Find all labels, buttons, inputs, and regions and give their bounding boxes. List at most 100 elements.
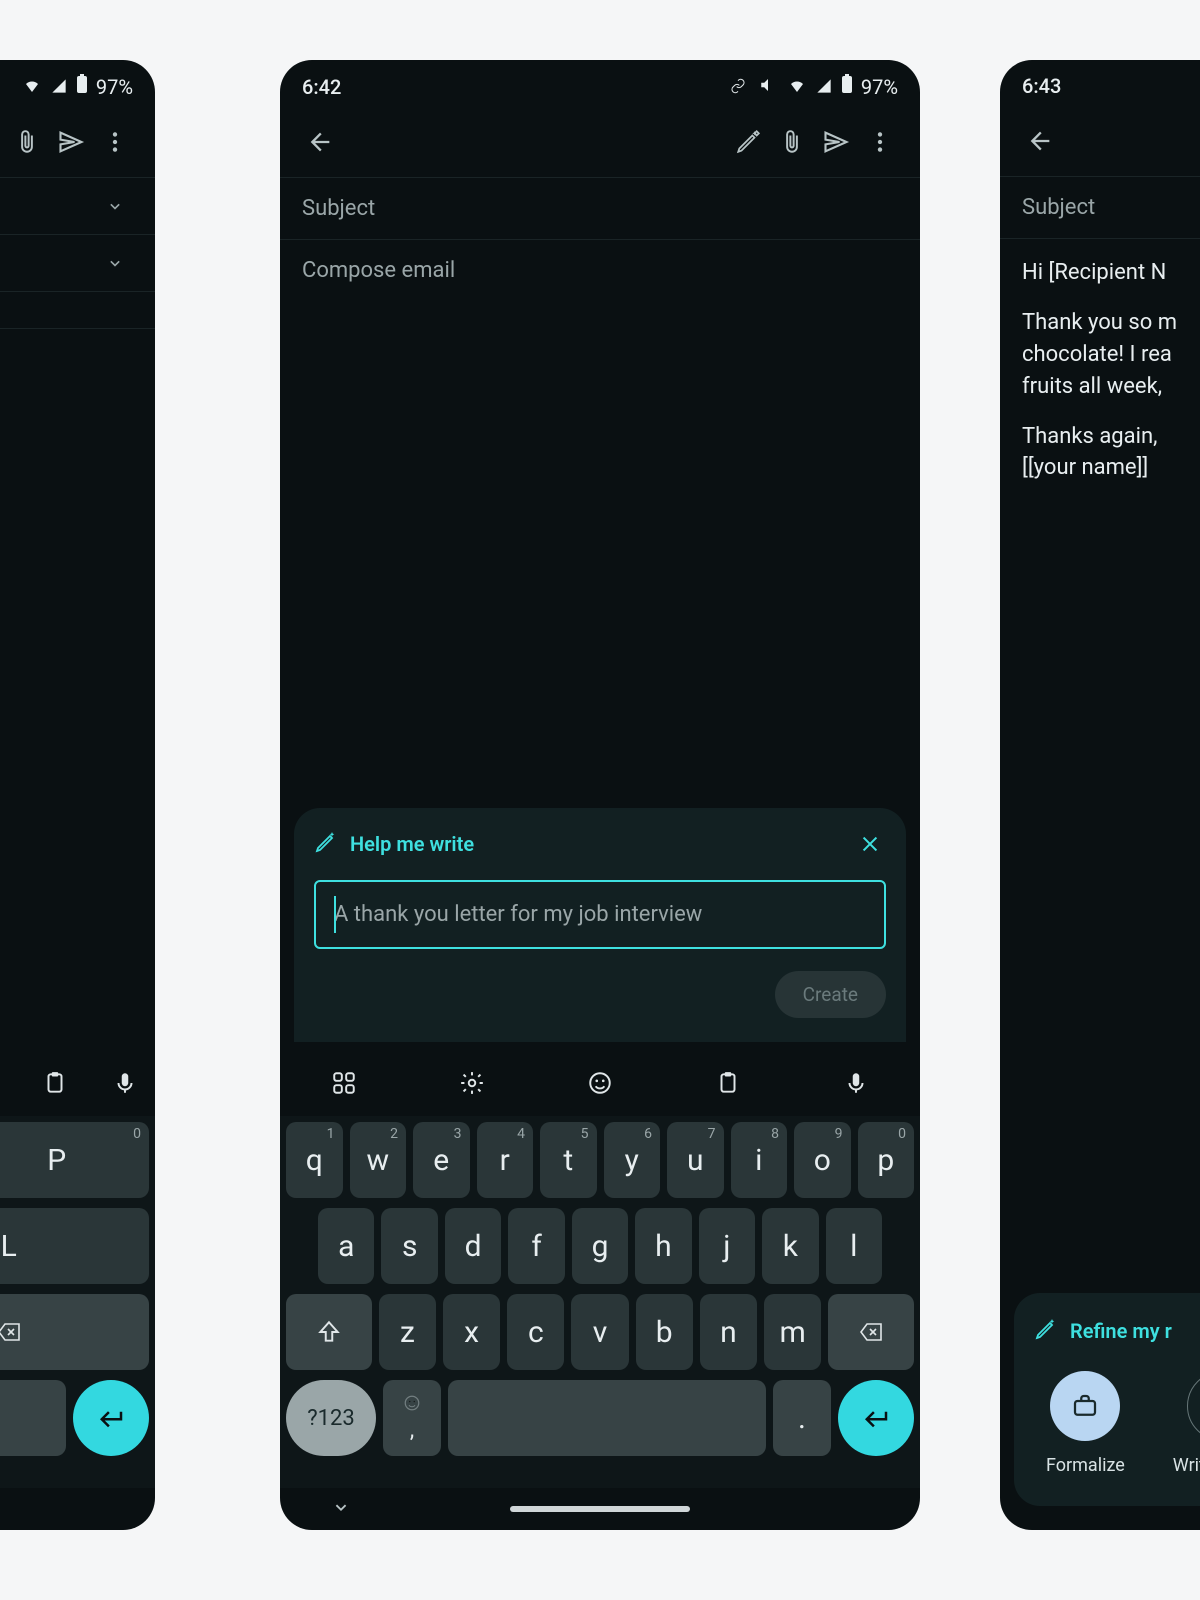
key-k[interactable]: k [762, 1208, 818, 1284]
key-o[interactable]: 9o [794, 1122, 851, 1198]
refine-title: Refine my r [1070, 1319, 1172, 1343]
email-body[interactable]: Hi [Recipient N Thank you so m chocolate… [1000, 239, 1200, 1281]
status-bar: 6:42 97% [280, 60, 920, 107]
chip-label: Write a draft [1173, 1455, 1200, 1476]
key-e[interactable]: 3e [413, 1122, 470, 1198]
key-q[interactable]: 1q [286, 1122, 343, 1198]
send-icon[interactable] [49, 120, 93, 164]
key-period[interactable]: . [773, 1380, 831, 1456]
apps-icon[interactable] [324, 1063, 364, 1103]
key-m[interactable]: m [764, 1294, 821, 1370]
help-me-write-panel: Help me write A thank you letter for my … [294, 808, 906, 1042]
help-prompt-input[interactable]: A thank you letter for my job interview [314, 880, 886, 949]
clipboard-icon[interactable] [35, 1063, 75, 1103]
app-bar [0, 107, 155, 177]
key-h[interactable]: h [635, 1208, 691, 1284]
key-x[interactable]: x [443, 1294, 500, 1370]
chevron-down-icon[interactable] [330, 1496, 352, 1522]
battery-percent: 97% [96, 75, 133, 99]
key-v[interactable]: v [571, 1294, 628, 1370]
key-p[interactable]: 0p [858, 1122, 915, 1198]
gear-icon[interactable] [452, 1063, 492, 1103]
key-j[interactable]: j [699, 1208, 755, 1284]
emoji-icon[interactable] [580, 1063, 620, 1103]
mic-icon[interactable] [836, 1063, 876, 1103]
body-line: Hi [Recipient N [1022, 257, 1200, 289]
key-c[interactable]: c [507, 1294, 564, 1370]
battery-percent: 97% [861, 75, 898, 99]
attachment-icon[interactable] [5, 120, 49, 164]
key-shift[interactable] [286, 1294, 372, 1370]
clipboard-icon[interactable] [708, 1063, 748, 1103]
more-icon[interactable] [93, 120, 137, 164]
keyboard-toolbar [0, 1050, 155, 1116]
status-time: 6:43 [1022, 74, 1061, 98]
key-space[interactable] [448, 1380, 766, 1456]
magic-pen-icon[interactable] [726, 120, 770, 164]
mute-icon [757, 75, 779, 99]
refine-panel: Refine my r Formalize Write a draft [1014, 1293, 1200, 1506]
home-indicator[interactable] [510, 1506, 690, 1512]
key-s[interactable]: s [381, 1208, 437, 1284]
battery-icon [76, 74, 88, 99]
wifi-icon [787, 75, 807, 99]
sparkle-icon [1187, 1371, 1200, 1441]
key-y[interactable]: 6y [604, 1122, 661, 1198]
key-g[interactable]: g [572, 1208, 628, 1284]
key-z[interactable]: z [379, 1294, 436, 1370]
key-a[interactable]: a [318, 1208, 374, 1284]
wifi-icon [22, 75, 42, 99]
compose-field[interactable]: Compose email [280, 240, 920, 301]
more-icon[interactable] [858, 120, 902, 164]
help-title: Help me write [350, 832, 474, 856]
subject-field[interactable]: Subject [280, 178, 920, 239]
key-l[interactable]: L [0, 1208, 149, 1284]
keyboard[interactable]: 1q 2w 3e 4r 5t 6y 7u 8i 9o 0p a s d f g … [280, 1116, 920, 1488]
app-bar [280, 107, 920, 177]
key-period[interactable]: . [0, 1380, 66, 1456]
status-time: 6:42 [302, 75, 341, 99]
briefcase-icon [1050, 1371, 1120, 1441]
key-p[interactable]: 0P [0, 1122, 149, 1198]
from-field[interactable] [0, 178, 155, 234]
key-comma[interactable]: , [383, 1380, 441, 1456]
keyboard[interactable]: 8I 9O 0P K L M . [0, 1116, 155, 1488]
key-enter[interactable] [73, 1380, 149, 1456]
key-d[interactable]: d [445, 1208, 501, 1284]
nav-bar [0, 1488, 155, 1530]
keyboard-toolbar [280, 1050, 920, 1116]
app-bar [1000, 106, 1200, 176]
back-icon[interactable] [298, 120, 342, 164]
status-bar: 6:43 [1000, 60, 1200, 106]
key-f[interactable]: f [508, 1208, 564, 1284]
key-backspace[interactable] [0, 1294, 149, 1370]
mic-icon[interactable] [105, 1063, 145, 1103]
body-line: Thanks again, [[your name]] [1022, 421, 1200, 485]
body-line: Thank you so m chocolate! I rea fruits a… [1022, 307, 1200, 403]
link-icon [727, 75, 749, 99]
key-u[interactable]: 7u [667, 1122, 724, 1198]
key-b[interactable]: b [636, 1294, 693, 1370]
key-backspace[interactable] [828, 1294, 914, 1370]
key-l[interactable]: l [826, 1208, 882, 1284]
close-icon[interactable] [854, 828, 886, 860]
to-field[interactable] [0, 235, 155, 291]
subject-field[interactable] [0, 292, 155, 328]
key-enter[interactable] [838, 1380, 914, 1456]
send-icon[interactable] [814, 120, 858, 164]
key-t[interactable]: 5t [540, 1122, 597, 1198]
back-icon[interactable] [1018, 119, 1062, 163]
magic-pen-icon [314, 830, 338, 858]
attachment-icon[interactable] [770, 120, 814, 164]
subject-field[interactable]: Subject [1000, 177, 1200, 238]
key-i[interactable]: 8i [731, 1122, 788, 1198]
chip-write-draft[interactable]: Write a draft [1173, 1371, 1200, 1476]
create-button[interactable]: Create [775, 971, 886, 1018]
key-r[interactable]: 4r [477, 1122, 534, 1198]
nav-bar [280, 1488, 920, 1530]
key-symbols[interactable]: ?123 [286, 1380, 376, 1456]
chip-formalize[interactable]: Formalize [1046, 1371, 1125, 1476]
signal-icon [50, 75, 68, 99]
key-w[interactable]: 2w [350, 1122, 407, 1198]
key-n[interactable]: n [700, 1294, 757, 1370]
